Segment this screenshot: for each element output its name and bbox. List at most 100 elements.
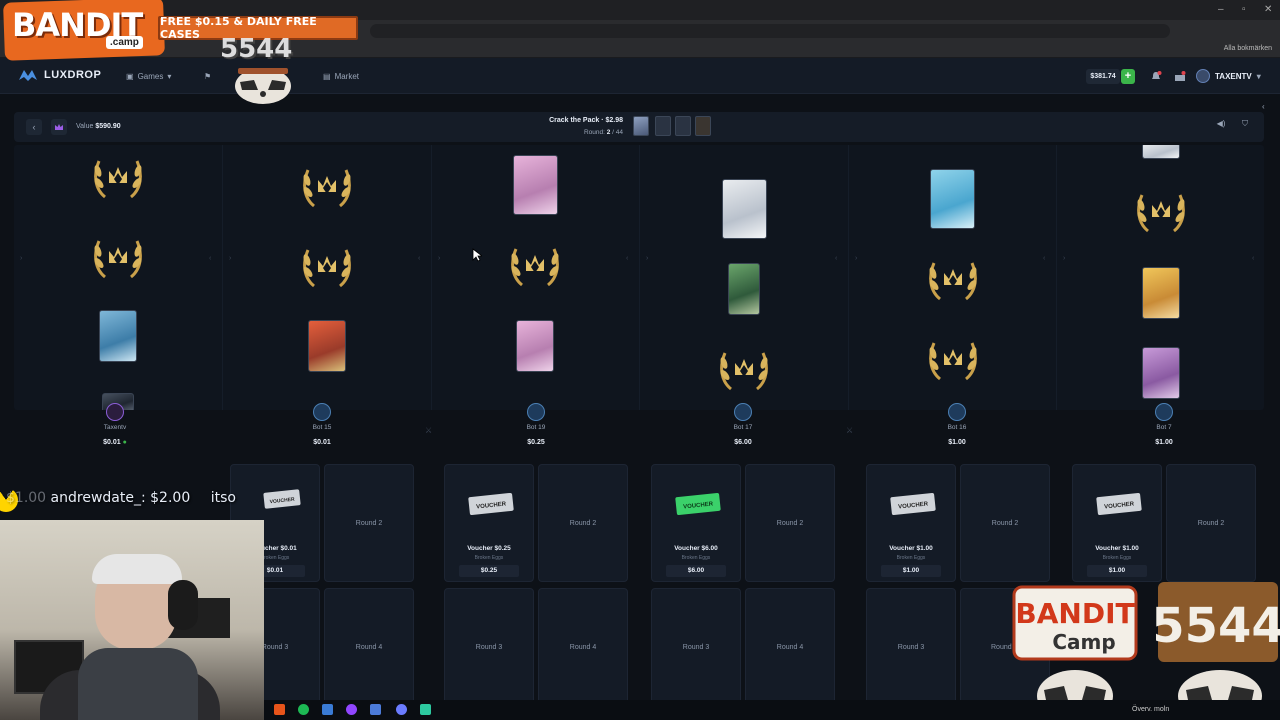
round-label: Round 2 xyxy=(569,520,597,527)
reel-divider xyxy=(848,145,849,410)
loot-slot-empty: Round 3 xyxy=(651,588,741,706)
twitch-icon[interactable] xyxy=(346,704,357,715)
pokemon-card xyxy=(99,310,137,362)
round-label: Round 2 xyxy=(776,520,804,527)
cart-icon: ▤ xyxy=(323,72,331,81)
avatar xyxy=(1196,69,1210,83)
reel-arrow-icon: › xyxy=(646,255,649,262)
bookmarks-bar xyxy=(0,42,1280,58)
pack-thumbnail[interactable] xyxy=(655,116,671,136)
reel-arrow-icon: ‹ xyxy=(626,255,629,262)
chat-amount: $1.00 xyxy=(6,490,47,506)
round-label: Round 4 xyxy=(776,644,804,651)
bot-avatar xyxy=(948,403,966,421)
system-tray-text: Överv. moln xyxy=(1132,706,1170,713)
pack-thumbnail[interactable] xyxy=(633,116,649,136)
app-icon[interactable] xyxy=(420,704,431,715)
svg-text:BANDIT: BANDIT xyxy=(1015,597,1134,630)
discord-icon[interactable] xyxy=(396,704,407,715)
pokemon-card xyxy=(513,155,558,215)
player-amount: $0.01 xyxy=(313,439,331,446)
voucher-name: Voucher $0.25 xyxy=(467,545,511,552)
close-icon[interactable]: ✕ xyxy=(1264,4,1272,15)
voucher-price: $1.00 xyxy=(1087,565,1147,577)
player-slot[interactable]: Bot 19 $0.25 xyxy=(486,403,586,446)
player-slot[interactable]: Bot 17 $6.00 xyxy=(693,403,793,446)
loot-slot-empty: Round 2 xyxy=(960,464,1050,582)
battle-value: Value $590.90 xyxy=(76,123,121,130)
chevron-down-icon: ▾ xyxy=(167,72,172,81)
reel-arrow-icon: › xyxy=(229,255,232,262)
luxdrop-logo[interactable]: LUXDROP xyxy=(18,68,101,82)
reel-arrow-icon: › xyxy=(1063,255,1066,262)
round-label: Round 3 xyxy=(475,644,503,651)
voucher-price: $0.25 xyxy=(459,565,519,577)
round-label: Round 2 xyxy=(991,520,1019,527)
svg-text:Camp: Camp xyxy=(1052,630,1115,654)
webcam-feed xyxy=(0,520,264,720)
pack-thumbnail[interactable] xyxy=(675,116,691,136)
steam-icon[interactable] xyxy=(370,704,381,715)
loot-slot-empty: Round 2 xyxy=(745,464,835,582)
chat-username: itso xyxy=(210,490,236,506)
player-name: Taxentv xyxy=(103,424,127,431)
shield-icon[interactable]: ⛉ xyxy=(1238,119,1252,133)
maximize-icon[interactable]: ▫ xyxy=(1242,4,1246,15)
reel-arrow-icon: › xyxy=(855,255,858,262)
loot-slot-voucher: VOUCHER Voucher $1.00 Broken Eggs $1.00 xyxy=(1072,464,1162,582)
pokemon-card xyxy=(930,169,975,229)
mouse-cursor-icon xyxy=(472,248,482,262)
value-label: Value xyxy=(76,123,94,130)
back-button[interactable]: ‹ xyxy=(26,119,42,135)
nav-games[interactable]: ▣ Games ▾ xyxy=(126,72,171,81)
voucher-name: Voucher $6.00 xyxy=(674,545,718,552)
sound-icon[interactable]: ◀) xyxy=(1214,119,1228,133)
pokemon-card xyxy=(516,320,554,372)
nav-market[interactable]: ▤ Market xyxy=(323,72,359,81)
voucher-source: Broken Eggs xyxy=(896,555,926,561)
player-name: Bot 15 xyxy=(312,424,332,431)
player-slot[interactable]: Taxentv $0.01 ● xyxy=(65,403,165,446)
player-name: Bot 7 xyxy=(1156,424,1172,431)
balance-display[interactable]: $381.74 xyxy=(1086,69,1120,84)
pokemon-card xyxy=(308,320,346,372)
all-bookmarks-link[interactable]: Alla bokmärken xyxy=(1224,45,1272,52)
app-icon[interactable] xyxy=(322,704,333,715)
minimize-icon[interactable]: – xyxy=(1218,4,1224,15)
loot-slot-empty: Round 2 xyxy=(538,464,628,582)
player-slot[interactable]: Bot 7 $1.00 xyxy=(1114,403,1214,446)
raccoon-mascot-icon xyxy=(235,68,291,104)
address-bar[interactable] xyxy=(370,24,1170,38)
reel-divider xyxy=(639,145,640,410)
pokemon-card xyxy=(1142,347,1180,399)
laurel-icon xyxy=(91,239,145,279)
voucher-name: Voucher $1.00 xyxy=(1095,545,1139,552)
spotify-icon[interactable] xyxy=(298,704,309,715)
versus-icon: ⚔ xyxy=(846,426,854,435)
voucher-source: Broken Eggs xyxy=(1102,555,1132,561)
round-label: Round 3 xyxy=(682,644,710,651)
pokemon-card xyxy=(728,263,760,315)
bell-icon[interactable] xyxy=(1150,71,1162,82)
round-label: Round 3 xyxy=(897,644,925,651)
pack-title: Crack the Pack · $2.98 xyxy=(549,117,623,124)
firefox-icon[interactable] xyxy=(274,704,285,715)
gift-icon[interactable] xyxy=(1174,71,1186,82)
nav-unknown-icon[interactable]: ⚑ xyxy=(204,72,211,81)
collapse-icon[interactable]: ‹ xyxy=(1262,102,1265,111)
user-menu[interactable]: TAXENTV ▾ xyxy=(1196,69,1261,83)
versus-icon: ⚔ xyxy=(425,426,433,435)
player-slot[interactable]: Bot 15 $0.01 xyxy=(272,403,372,446)
bot-avatar xyxy=(527,403,545,421)
shirt-image xyxy=(78,648,198,720)
reel-arrow-icon: › xyxy=(438,255,441,262)
deposit-button[interactable]: + xyxy=(1121,69,1135,84)
player-amount: $0.01 ● xyxy=(103,439,127,446)
pokemon-card xyxy=(1142,267,1180,319)
voucher-icon: VOUCHER xyxy=(468,492,514,516)
reel-arrow-icon: ‹ xyxy=(418,255,421,262)
logo-text: LUXDROP xyxy=(44,69,102,81)
pack-thumbnail[interactable] xyxy=(695,116,711,136)
laurel-icon xyxy=(1134,193,1188,233)
player-slot[interactable]: Bot 16 $1.00 xyxy=(907,403,1007,446)
